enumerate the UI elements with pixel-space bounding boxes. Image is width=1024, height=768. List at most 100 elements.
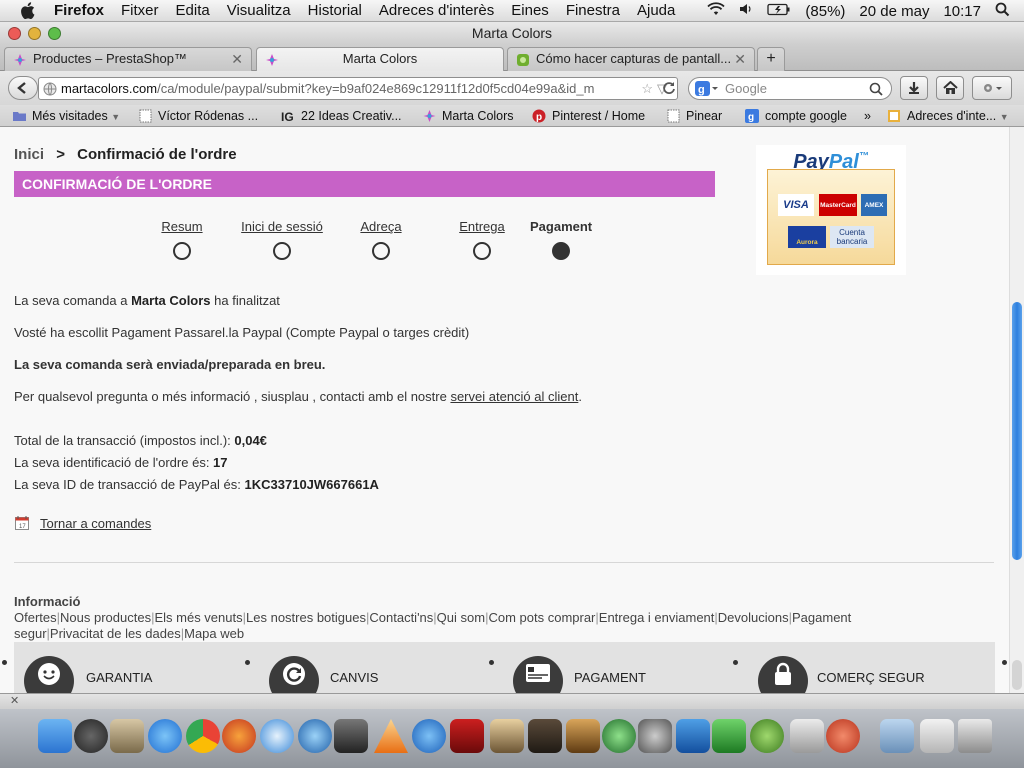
battery-icon[interactable] xyxy=(767,3,791,20)
system-preferences-icon[interactable] xyxy=(638,719,672,753)
iphoto-icon[interactable] xyxy=(490,719,524,753)
clock-date[interactable]: 20 de may xyxy=(859,3,929,20)
reload-button[interactable] xyxy=(658,76,680,100)
footer-link[interactable]: Com pots comprar xyxy=(488,610,595,625)
visa-card-icon: VISA xyxy=(778,194,814,216)
bookmark-most-visited[interactable]: Més visitades ▼ xyxy=(12,108,120,124)
vlc-icon[interactable] xyxy=(374,719,408,753)
bookmark-22-ideas[interactable]: IG 22 Ideas Creativ... xyxy=(281,108,402,124)
step-adreca[interactable]: Adreça xyxy=(358,219,404,260)
footer-link[interactable]: Entrega i enviament xyxy=(599,610,715,625)
page-icon xyxy=(138,109,153,123)
step-entrega[interactable]: Entrega xyxy=(457,219,507,260)
bookmark-marta-colors[interactable]: Marta Colors xyxy=(422,108,514,124)
url-bar[interactable]: martacolors.com/ca/module/paypal/submit?… xyxy=(38,77,678,100)
back-to-orders[interactable]: 17 Tornar a comandes xyxy=(14,515,151,534)
volume-icon[interactable] xyxy=(739,2,753,20)
google-engine-icon[interactable]: g xyxy=(695,81,719,103)
addon-button[interactable] xyxy=(972,76,1012,100)
footer-link[interactable]: Privacitat de les dades xyxy=(50,626,181,641)
globe-icon[interactable] xyxy=(43,81,57,99)
menu-ajuda[interactable]: Ajuda xyxy=(637,2,675,19)
dropdown-icon: ▼ xyxy=(111,112,121,122)
footer-link[interactable]: Devolucions xyxy=(718,610,789,625)
downloads-button[interactable] xyxy=(900,76,928,100)
spotlight-search-icon[interactable] xyxy=(995,2,1010,21)
search-input[interactable]: g Google xyxy=(688,77,892,100)
imovie-icon[interactable] xyxy=(528,719,562,753)
search-icon[interactable] xyxy=(869,81,883,102)
trash-icon[interactable] xyxy=(958,719,992,753)
breadcrumb-home-link[interactable]: Inici xyxy=(14,146,44,163)
footer-link[interactable]: Nous productes xyxy=(60,610,151,625)
tab-productes[interactable]: Productes – PrestaShop™ ✕ xyxy=(4,47,252,71)
footer-link[interactable]: Qui som xyxy=(437,610,485,625)
home-button[interactable] xyxy=(936,76,964,100)
photo-booth-icon[interactable] xyxy=(450,719,484,753)
customer-service-link[interactable]: servei atenció al client xyxy=(450,389,578,404)
close-addon-bar-icon[interactable]: ✕ xyxy=(10,694,19,707)
minimize-window-button[interactable] xyxy=(28,27,41,40)
close-tab-icon[interactable]: ✕ xyxy=(734,48,746,70)
chrome-icon[interactable] xyxy=(186,719,220,753)
close-window-button[interactable] xyxy=(8,27,21,40)
scrollbar-thumb[interactable] xyxy=(1012,302,1022,560)
bookmark-pinterest[interactable]: p Pinterest / Home xyxy=(532,108,645,124)
menu-edita[interactable]: Edita xyxy=(176,2,210,19)
transmission-icon[interactable] xyxy=(750,719,784,753)
back-button[interactable] xyxy=(8,76,38,100)
menu-adreces[interactable]: Adreces d'interès xyxy=(379,2,494,19)
footer-link[interactable]: Ofertes xyxy=(14,610,57,625)
step-indicator xyxy=(273,242,291,260)
filezilla-icon[interactable] xyxy=(826,719,860,753)
google-earth-icon[interactable] xyxy=(298,719,332,753)
footer-link[interactable]: Contacti'ns xyxy=(369,610,433,625)
menu-visualitza[interactable]: Visualitza xyxy=(227,2,291,19)
page-title: CONFIRMACIÓ DE L'ORDRE xyxy=(14,171,715,197)
preview-icon[interactable] xyxy=(790,719,824,753)
bookmark-all-bookmarks[interactable]: Adreces d'inte... ▼ xyxy=(887,108,1009,124)
extension-gear-icon xyxy=(984,84,1002,92)
dashboard-icon[interactable] xyxy=(74,719,108,753)
safari-icon[interactable] xyxy=(260,719,294,753)
camera-icon[interactable] xyxy=(334,719,368,753)
applications-folder-icon[interactable] xyxy=(880,719,914,753)
garageband-icon[interactable] xyxy=(566,719,600,753)
menu-finestra[interactable]: Finestra xyxy=(566,2,620,19)
mail-icon[interactable] xyxy=(110,719,144,753)
bookmark-victor[interactable]: Víctor Ródenas ... xyxy=(138,108,258,124)
excel-icon[interactable] xyxy=(712,719,746,753)
tab-marta-colors[interactable]: Marta Colors xyxy=(256,47,504,72)
app-store-icon[interactable] xyxy=(148,719,182,753)
apple-icon[interactable] xyxy=(18,2,36,20)
footer-link[interactable]: Les nostres botigues xyxy=(246,610,366,625)
breadcrumb-current: Confirmació de l'ordre xyxy=(77,146,237,163)
menu-app-firefox[interactable]: Firefox xyxy=(54,2,104,19)
clock-time[interactable]: 10:17 xyxy=(943,3,981,20)
word-icon[interactable] xyxy=(676,719,710,753)
bookmark-google[interactable]: g compte google xyxy=(745,108,847,124)
footer-link[interactable]: Els més venuts xyxy=(154,610,242,625)
menu-historial[interactable]: Historial xyxy=(308,2,362,19)
scrollbar-track-end[interactable] xyxy=(1012,660,1022,690)
firefox-icon[interactable] xyxy=(222,719,256,753)
back-to-orders-link[interactable]: Tornar a comandes xyxy=(40,516,151,531)
menu-eines[interactable]: Eines xyxy=(511,2,549,19)
itunes-icon[interactable] xyxy=(412,719,446,753)
documents-folder-icon[interactable] xyxy=(920,719,954,753)
zoom-window-button[interactable] xyxy=(48,27,61,40)
step-inici-sessio[interactable]: Inici de sessió xyxy=(237,219,327,260)
footer-link[interactable]: Mapa web xyxy=(184,626,244,641)
tab-capturas[interactable]: Cómo hacer capturas de pantall... ✕ xyxy=(507,47,755,71)
star-bookmark-icon[interactable]: ☆ xyxy=(638,78,653,99)
pinterest-icon: p xyxy=(532,109,547,123)
finder-icon[interactable] xyxy=(38,719,72,753)
bookmarks-overflow-button[interactable]: » xyxy=(864,108,871,124)
close-tab-icon[interactable]: ✕ xyxy=(231,48,243,70)
time-machine-icon[interactable] xyxy=(602,719,636,753)
step-resum[interactable]: Resum xyxy=(160,219,204,260)
bookmark-pinear[interactable]: Pinear xyxy=(666,108,722,124)
menu-fitxer[interactable]: Fitxer xyxy=(121,2,159,19)
new-tab-button[interactable]: + xyxy=(757,47,785,71)
wifi-icon[interactable] xyxy=(707,2,726,20)
